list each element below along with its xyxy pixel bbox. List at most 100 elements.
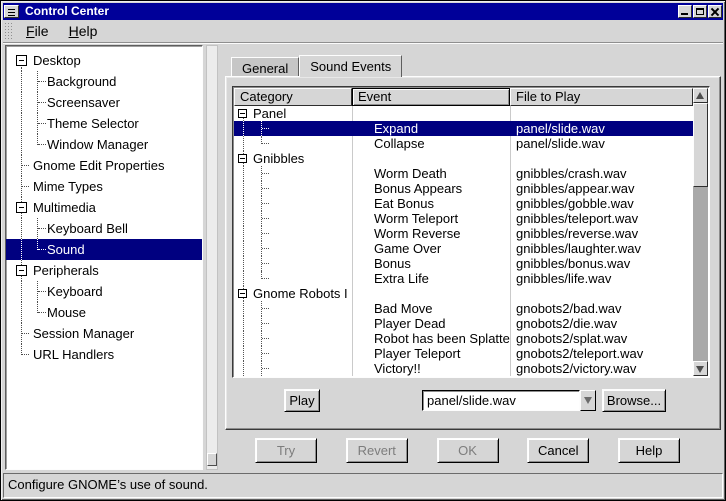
tree-guide-line	[262, 316, 269, 324]
play-button[interactable]: Play	[284, 389, 320, 412]
tree-guide-line	[262, 256, 269, 264]
category-label: Gnibbles	[234, 151, 352, 166]
table-row[interactable]: Worm Deathgnibbles/crash.wav	[234, 166, 693, 181]
menu-help[interactable]: Help	[59, 21, 108, 41]
table-cell-file: gnibbles/laughter.wav	[510, 241, 693, 256]
scroll-up-icon[interactable]	[693, 88, 708, 103]
sidebar-item-label: Screensaver	[6, 92, 202, 113]
sidebar-item-session-manager[interactable]: Session Manager	[6, 323, 202, 344]
titlebar[interactable]: Control Center	[3, 3, 723, 20]
table-cell-event: Worm Teleport	[352, 211, 510, 226]
table-row[interactable]: Bonus Appearsgnibbles/appear.wav	[234, 181, 693, 196]
table-row[interactable]: Game Overgnibbles/laughter.wav	[234, 241, 693, 256]
table-row[interactable]: Robot has been Splatted!gnobots2/splat.w…	[234, 331, 693, 346]
tree-guide-line	[21, 218, 22, 239]
tree-guide-line	[243, 346, 244, 361]
table-cell-category	[234, 136, 352, 151]
tree-guide-line	[21, 281, 22, 302]
sidebar-item-peripherals[interactable]: Peripherals	[6, 260, 202, 281]
sidebar-item-keyboard-bell[interactable]: Keyboard Bell	[6, 218, 202, 239]
tab-sound-events[interactable]: Sound Events	[299, 55, 402, 77]
table-cell-event: Collapse	[352, 136, 510, 151]
maximize-button[interactable]	[693, 5, 707, 18]
sidebar-item-label: Gnome Edit Properties	[6, 155, 202, 176]
try-button[interactable]: Try	[255, 438, 317, 463]
tree-guide-line	[22, 155, 29, 166]
table-cell-category: Gnome Robots I	[234, 286, 352, 301]
sidebar-item-window-manager[interactable]: Window Manager	[6, 134, 202, 155]
sidebar-item-label: Window Manager	[6, 134, 202, 155]
sidebar-item-background[interactable]: Background	[6, 71, 202, 92]
close-button[interactable]	[708, 5, 722, 18]
table-row[interactable]: Worm Teleportgnibbles/teleport.wav	[234, 211, 693, 226]
sidebar-item-gnome-edit-properties[interactable]: Gnome Edit Properties	[6, 155, 202, 176]
sidebar-item-multimedia[interactable]: Multimedia	[6, 197, 202, 218]
tree-guide-line	[243, 226, 244, 241]
tree-guide-line	[22, 176, 29, 187]
table-row[interactable]: Collapsepanel/slide.wav	[234, 136, 693, 151]
expander-icon[interactable]	[238, 289, 247, 298]
sidebar-item-mouse[interactable]: Mouse	[6, 302, 202, 323]
sidebar-scrollbar[interactable]	[206, 45, 218, 470]
table-row[interactable]: Bonusgnibbles/bonus.wav	[234, 256, 693, 271]
window-menu-icon[interactable]	[4, 5, 19, 18]
browse-button[interactable]: Browse...	[602, 389, 666, 412]
tree-guide-line	[262, 346, 269, 354]
sidebar-scrollbar-thumb[interactable]	[207, 453, 217, 466]
table-row[interactable]: Extra Lifegnibbles/life.wav	[234, 271, 693, 286]
tab-bar: GeneralSound Events	[231, 55, 721, 77]
table-cell-event: Game Over	[352, 241, 510, 256]
column-header-category[interactable]: Category	[234, 88, 352, 106]
table-cell-file: panel/slide.wav	[510, 136, 693, 151]
table-row[interactable]: Panel	[234, 106, 693, 121]
table-row[interactable]: Worm Reversegnibbles/reverse.wav	[234, 226, 693, 241]
sound-file-input[interactable]	[422, 390, 580, 411]
sidebar-item-label: Theme Selector	[6, 113, 202, 134]
sidebar-item-mime-types[interactable]: Mime Types	[6, 176, 202, 197]
table-row[interactable]: Player Deadgnobots2/die.wav	[234, 316, 693, 331]
sidebar-item-keyboard[interactable]: Keyboard	[6, 281, 202, 302]
expander-icon[interactable]	[238, 109, 247, 118]
revert-button[interactable]: Revert	[346, 438, 408, 463]
table-scrollbar[interactable]	[693, 88, 708, 376]
combo-dropdown-icon[interactable]	[580, 390, 596, 411]
expander-icon[interactable]	[16, 202, 27, 213]
table-row[interactable]: Bad Movegnobots2/bad.wav	[234, 301, 693, 316]
table-cell-file	[510, 286, 693, 301]
menubar-grip-handle[interactable]	[4, 22, 13, 40]
expander-icon[interactable]	[238, 154, 247, 163]
table-cell-category	[234, 226, 352, 241]
sidebar-item-sound[interactable]: Sound	[6, 239, 202, 260]
table-row[interactable]: Gnibbles	[234, 151, 693, 166]
table-row[interactable]: Victory!!gnobots2/victory.wav	[234, 361, 693, 376]
table-cell-category	[234, 196, 352, 211]
expander-icon[interactable]	[16, 265, 27, 276]
cancel-button[interactable]: Cancel	[527, 438, 589, 463]
ok-button[interactable]: OK	[437, 438, 499, 463]
sidebar-item-screensaver[interactable]: Screensaver	[6, 92, 202, 113]
column-header-event[interactable]: Event	[352, 88, 510, 106]
table-row[interactable]: Eat Bonusgnibbles/gobble.wav	[234, 196, 693, 211]
table-cell-event: Eat Bonus	[352, 196, 510, 211]
sidebar-tree: DesktopBackgroundScreensaverTheme Select…	[5, 45, 203, 470]
table-row[interactable]: Player Teleportgnobots2/teleport.wav	[234, 346, 693, 361]
table-row[interactable]: Gnome Robots I	[234, 286, 693, 301]
menu-file[interactable]: File	[16, 21, 59, 41]
expander-icon[interactable]	[16, 55, 27, 66]
tree-guide-line	[22, 344, 29, 355]
tree-guide-line	[38, 92, 46, 103]
column-header-file-to-play[interactable]: File to Play	[510, 88, 693, 106]
sidebar-item-url-handlers[interactable]: URL Handlers	[6, 344, 202, 365]
scroll-down-icon[interactable]	[693, 361, 708, 376]
tree-guide-line	[243, 181, 244, 196]
help-button[interactable]: Help	[618, 438, 680, 463]
sidebar-item-label: Sound	[6, 239, 202, 260]
statusbar: Configure GNOME’s use of sound.	[3, 473, 723, 498]
table-cell-category	[234, 331, 352, 346]
minimize-button[interactable]	[678, 5, 692, 18]
sidebar-item-theme-selector[interactable]: Theme Selector	[6, 113, 202, 134]
tab-general[interactable]: General	[231, 57, 299, 77]
table-scrollbar-thumb[interactable]	[693, 103, 708, 187]
table-row[interactable]: Expandpanel/slide.wav	[234, 121, 693, 136]
sidebar-item-desktop[interactable]: Desktop	[6, 50, 202, 71]
